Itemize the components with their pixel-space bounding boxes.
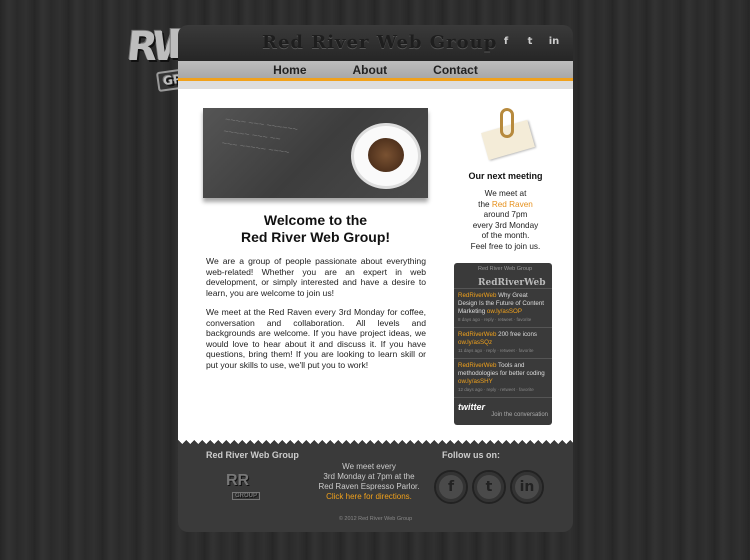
main-content: ~~~~ ~~~ ~~~~~~ ~~~~~ ~~~ ~~ ~~~ ~~~~~ ~~~… — [178, 89, 573, 440]
tweet-item: RedRiverWeb Tools and methodologies for … — [454, 359, 552, 398]
welcome-line-2: Red River Web Group! — [240, 229, 391, 245]
meeting-details: We meet at the Red Raven around 7pm ever… — [458, 189, 553, 252]
twitter-widget-header: Red River Web Group RedRiverWeb — [454, 263, 552, 289]
meeting-line-6: Feel free to join us. — [470, 241, 541, 251]
site-header: Red River Web Group f t in — [178, 25, 573, 61]
footer-title: Red River Web Group — [206, 450, 299, 460]
site-title: Red River Web Group — [262, 32, 498, 53]
welcome-line-1: Welcome to the — [263, 212, 368, 228]
hero-coffee-image: ~~~~ ~~~ ~~~~~~ ~~~~~ ~~~ ~~ ~~~ ~~~~~ ~~~… — [203, 108, 428, 198]
coffee-cup-image — [354, 126, 418, 186]
nav-about[interactable]: About — [353, 63, 388, 78]
nav-home[interactable]: Home — [273, 63, 306, 78]
directions-link[interactable]: Click here for directions. — [314, 492, 424, 502]
twitter-header-sub: Red River Web Group — [478, 266, 533, 272]
meeting-line-5: of the month. — [481, 231, 530, 240]
twitter-widget: Red River Web Group RedRiverWeb RedRiver… — [454, 263, 552, 425]
site-footer: Red River Web Group RR GROUP We meet eve… — [178, 448, 573, 532]
tweet-user[interactable]: RedRiverWeb — [458, 331, 496, 338]
linkedin-icon[interactable]: in — [510, 470, 544, 504]
hero-scribble: ~~~~ ~~~ ~~~~~~ ~~~~~ ~~~ ~~ ~~~ ~~~~~ ~~~… — [220, 114, 299, 158]
copyright-text: © 2012 Red River Web Group — [338, 516, 413, 522]
tweet-link[interactable]: ow.ly/asSHY — [458, 378, 493, 385]
facebook-icon[interactable]: f — [499, 34, 513, 48]
meeting-line-2: the Red Raven — [458, 200, 553, 211]
paperclip-image — [464, 104, 544, 161]
facebook-icon[interactable]: f — [434, 470, 468, 504]
twitter-header-main[interactable]: RedRiverWeb — [478, 278, 546, 288]
clip-image — [500, 108, 514, 138]
meeting-place-link[interactable]: Red Raven — [492, 200, 533, 209]
footer-logo-group: GROUP — [232, 492, 261, 500]
meeting-line-4: every 3rd Monday — [472, 220, 539, 230]
tweet-item: RedRiverWeb 200 free icons ow.ly/asSQz 1… — [454, 328, 552, 359]
footer-meeting-info: We meet every 3rd Monday at 7pm at the R… — [314, 462, 424, 502]
tweet-item: RedRiverWeb Why Great Design Is the Futu… — [454, 289, 552, 328]
tweet-user[interactable]: RedRiverWeb — [458, 292, 496, 299]
footer-logo-letters: RR — [226, 472, 250, 489]
twitter-icon[interactable]: t — [523, 34, 537, 48]
tweet-link[interactable]: ow.ly/asSOP — [487, 308, 522, 315]
tweet-link[interactable]: ow.ly/asSQz — [458, 339, 492, 346]
footer-social-icons: f t in — [434, 470, 544, 504]
meeting-line-3: around 7pm — [483, 210, 528, 219]
footer-meet-line-2: 3rd Monday at 7pm at the — [323, 472, 415, 481]
linkedin-icon[interactable]: in — [547, 34, 561, 48]
welcome-heading: Welcome to the Red River Web Group! — [203, 212, 428, 246]
footer-logo: RR GROUP — [226, 472, 270, 502]
meeting-title: Our next meeting — [468, 171, 543, 181]
tweet-meta[interactable]: 8 days ago · reply · retweet · favorite — [458, 316, 548, 324]
twitter-widget-footer: twitter Join the conversation — [454, 398, 552, 422]
follow-us-heading: Follow us on: — [442, 450, 500, 460]
tweet-user[interactable]: RedRiverWeb — [458, 362, 496, 369]
tweet-text: 200 free icons — [498, 331, 538, 338]
main-nav: Home About Contact — [178, 61, 573, 81]
social-links: f t in — [499, 34, 561, 48]
nav-contact[interactable]: Contact — [433, 63, 478, 78]
page-container: Red River Web Group f t in Home About Co… — [178, 25, 573, 535]
zigzag-divider — [178, 440, 573, 448]
meeting-paragraph: We meet at the Red Raven every 3rd Monda… — [206, 307, 426, 370]
meeting-line-1: We meet at — [484, 189, 527, 198]
tweet-meta[interactable]: 12 days ago · reply · retweet · favorite — [458, 386, 548, 394]
intro-paragraph: We are a group of people passionate abou… — [206, 256, 426, 298]
twitter-logo[interactable]: twitter — [458, 402, 548, 412]
footer-meet-line-1: We meet every — [342, 462, 396, 471]
join-conversation-link[interactable]: Join the conversation — [458, 412, 548, 418]
nav-divider — [178, 81, 573, 89]
meeting-line-2-prefix: the — [478, 199, 490, 209]
footer-meet-line-3: Red Raven Espresso Parlor. — [318, 482, 420, 491]
twitter-icon[interactable]: t — [472, 470, 506, 504]
tweet-meta[interactable]: 11 days ago · reply · retweet · favorite — [458, 347, 548, 355]
